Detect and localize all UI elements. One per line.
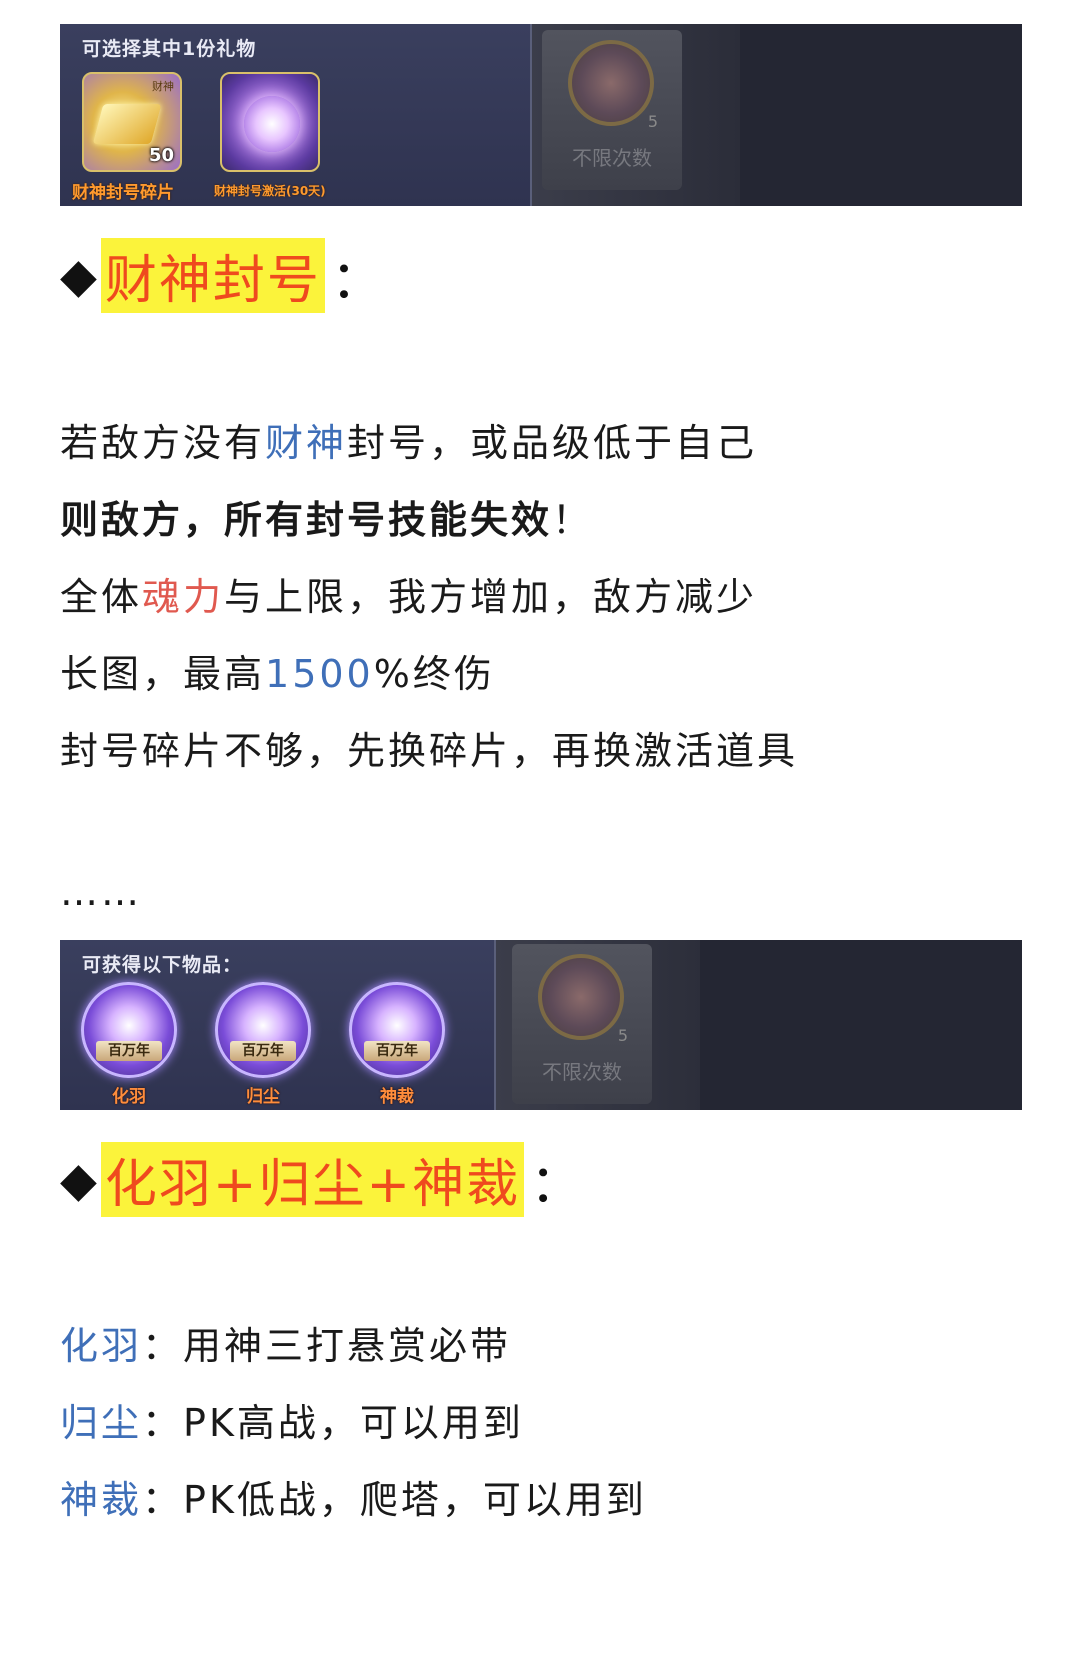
exchange-limit-text: 不限次数 xyxy=(572,146,652,170)
bold-text: 则敌方，所有封号技能失效 xyxy=(60,498,553,542)
emblem-glow xyxy=(244,96,300,152)
text: 与上限，我方增加，敌方减少 xyxy=(224,575,758,619)
body-line-5: 封号碎片不够，先换碎片，再换激活道具 xyxy=(60,720,798,775)
orb-label: 神裁 xyxy=(380,1087,414,1107)
gift-choice-screenshot: 可选择其中1份礼物 财神 50 财神封号碎片 财神封号激活(30天) 5 不限次… xyxy=(60,24,1022,206)
soul-name: 化羽 xyxy=(60,1324,143,1368)
gift-item-activation[interactable]: 财神封号激活(30天) xyxy=(214,72,326,199)
exchange-count: 5 xyxy=(617,1026,628,1045)
dark-area xyxy=(740,24,1022,206)
orb-label: 化羽 xyxy=(112,1087,146,1107)
exclamation: ！ xyxy=(552,498,594,542)
item-label: 财神封号激活(30天) xyxy=(214,184,326,198)
section-heading-caishen: ◆ 财神封号 ： xyxy=(60,238,383,313)
body-line-2: 则敌方，所有封号技能失效！ xyxy=(60,489,593,544)
ellipsis: …… xyxy=(60,870,142,914)
highlight-term: 魂力 xyxy=(142,575,225,619)
locked-exchange-card[interactable]: 5 不限次数 xyxy=(542,30,682,190)
reward-item-huayu[interactable]: 百万年 化羽 xyxy=(74,982,184,1107)
reward-item-shencai[interactable]: 百万年 神裁 xyxy=(342,982,452,1107)
soul-description: 用神三打悬赏必带 xyxy=(183,1324,512,1368)
orb-ribbon: 百万年 xyxy=(364,1041,430,1061)
soul-line-guichen: 归尘：PK高战，可以用到 xyxy=(60,1392,524,1447)
dark-area xyxy=(700,940,1022,1110)
text: 封号，或品级低于自己 xyxy=(347,421,758,465)
diamond-bullet-icon: ◆ xyxy=(60,247,97,304)
medal-icon xyxy=(538,954,624,1040)
item-tag: 财神 xyxy=(152,80,174,93)
text: 若敌方没有 xyxy=(60,421,266,465)
soul-name: 神裁 xyxy=(60,1478,143,1522)
highlight-term: 财神 xyxy=(265,421,348,465)
purple-emblem-icon xyxy=(220,72,320,172)
heading-highlight: 财神封号 xyxy=(100,238,325,313)
separator: ： xyxy=(142,1478,184,1522)
gold-brick-shape xyxy=(92,104,162,144)
orb-icon: 百万年 xyxy=(81,982,177,1078)
separator: ： xyxy=(142,1324,184,1368)
reward-screenshot: 可获得以下物品： 百万年 化羽 百万年 归尘 百万年 神裁 5 不限次数 xyxy=(60,940,1022,1110)
highlight-number: 1500 xyxy=(265,652,374,696)
text: 封号碎片不够，先换碎片，再换激活道具 xyxy=(60,729,799,773)
exchange-limit-text: 不限次数 xyxy=(542,1060,622,1084)
section-heading-souls: ◆ 化羽+归尘+神裁 ： xyxy=(60,1142,582,1217)
orb-label: 归尘 xyxy=(246,1087,280,1107)
orb-ribbon: 百万年 xyxy=(230,1041,296,1061)
text: 全体 xyxy=(60,575,143,619)
soul-line-huayu: 化羽：用神三打悬赏必带 xyxy=(60,1315,511,1370)
soul-description: PK低战，爬塔，可以用到 xyxy=(183,1478,647,1522)
item-quantity: 50 xyxy=(148,145,174,166)
orb-icon: 百万年 xyxy=(215,982,311,1078)
orb-icon: 百万年 xyxy=(349,982,445,1078)
item-label: 财神封号碎片 xyxy=(72,183,174,203)
soul-line-shencai: 神裁：PK低战，爬塔，可以用到 xyxy=(60,1469,647,1524)
reward-header: 可获得以下物品： xyxy=(82,954,243,976)
diamond-bullet-icon: ◆ xyxy=(60,1151,97,1208)
locked-exchange-card[interactable]: 5 不限次数 xyxy=(512,944,652,1104)
body-line-1: 若敌方没有财神封号，或品级低于自己 xyxy=(60,412,757,467)
article-page: 可选择其中1份礼物 财神 50 财神封号碎片 财神封号激活(30天) 5 不限次… xyxy=(0,0,1080,1658)
heading-colon: ： xyxy=(330,251,383,311)
orb-ribbon: 百万年 xyxy=(96,1041,162,1061)
heading-highlight: 化羽+归尘+神裁 xyxy=(100,1142,525,1217)
soul-name: 归尘 xyxy=(60,1401,143,1445)
gold-ingot-icon: 财神 50 xyxy=(82,72,182,172)
text: 长图，最高 xyxy=(60,652,266,696)
gift-item-fragment[interactable]: 财神 50 财神封号碎片 xyxy=(72,72,186,203)
gift-header: 可选择其中1份礼物 xyxy=(82,38,257,60)
exchange-count: 5 xyxy=(647,112,658,131)
soul-description: PK高战，可以用到 xyxy=(183,1401,524,1445)
text: %终伤 xyxy=(373,652,495,696)
body-line-4: 长图，最高1500%终伤 xyxy=(60,643,495,698)
body-line-3: 全体魂力与上限，我方增加，敌方减少 xyxy=(60,566,757,621)
heading-colon: ： xyxy=(530,1155,583,1215)
separator: ： xyxy=(142,1401,184,1445)
reward-item-guichen[interactable]: 百万年 归尘 xyxy=(208,982,318,1107)
medal-icon xyxy=(568,40,654,126)
